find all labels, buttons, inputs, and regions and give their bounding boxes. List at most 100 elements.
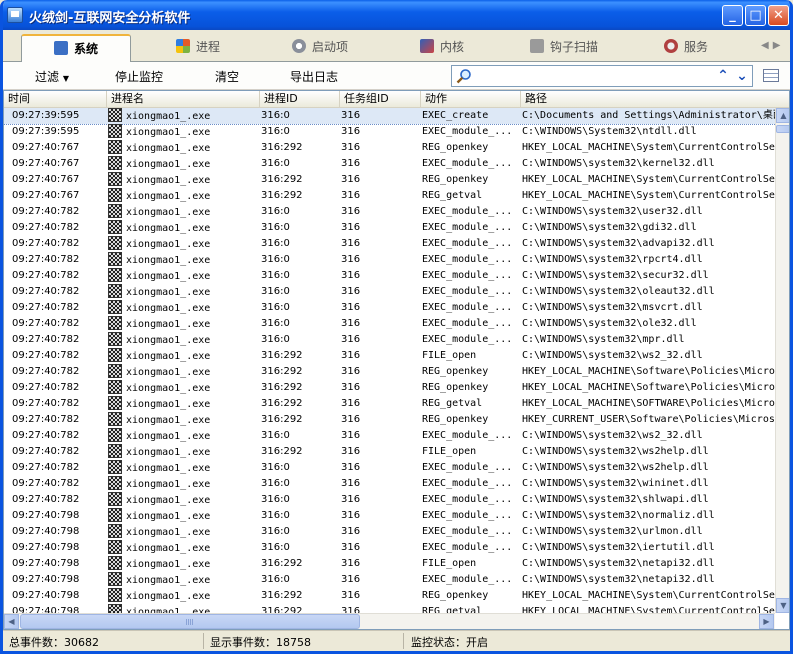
cell-process-name: xiongmao1_.exe [108, 332, 260, 348]
cell-action: EXEC_module_... [422, 494, 513, 505]
column-header-job-id[interactable]: 任务组ID [340, 91, 421, 107]
stop-monitor-button[interactable]: 停止监控 [115, 68, 163, 85]
cell-process-name: xiongmao1_.exe [108, 124, 260, 140]
tab-hook-scan[interactable]: 钩子扫描 [509, 34, 619, 62]
table-row[interactable]: 09:27:40:782 xiongmao1_.exe 316:292 316 REG_… [4, 396, 776, 412]
table-row[interactable]: 09:27:40:782 xiongmao1_.exe 316:0 316 EXEC_m… [4, 300, 776, 316]
process-name-text: xiongmao1_.exe [126, 127, 211, 138]
find-next-icon[interactable]: ⌄ [733, 67, 751, 85]
table-row[interactable]: 09:27:40:782 xiongmao1_.exe 316:292 316 REG_… [4, 412, 776, 428]
table-row[interactable]: 09:27:40:782 xiongmao1_.exe 316:0 316 EXEC_m… [4, 460, 776, 476]
search-input[interactable] [476, 68, 714, 84]
maximize-button[interactable]: □ [745, 5, 766, 26]
table-row[interactable]: 09:27:40:782 xiongmao1_.exe 316:0 316 EXEC_m… [4, 252, 776, 268]
table-row[interactable]: 09:27:40:782 xiongmao1_.exe 316:0 316 EXEC_m… [4, 220, 776, 236]
table-row[interactable]: 09:27:40:798 xiongmao1_.exe 316:0 316 EXEC_m… [4, 508, 776, 524]
cell-action: REG_getval [422, 190, 483, 201]
column-header-action[interactable]: 动作 [421, 91, 521, 107]
table-row[interactable]: 09:27:40:798 xiongmao1_.exe 316:292 316 FILE… [4, 556, 776, 572]
cell-action: REG_openkey [422, 174, 489, 185]
horizontal-scroll-thumb[interactable] [20, 614, 360, 629]
table-row[interactable]: 09:27:40:782 xiongmao1_.exe 316:0 316 EXEC_m… [4, 316, 776, 332]
column-settings-icon[interactable] [763, 69, 779, 82]
cell-job-id: 316 [341, 158, 361, 169]
table-row[interactable]: 09:27:40:782 xiongmao1_.exe 316:292 316 REG_… [4, 364, 776, 380]
table-row[interactable]: 09:27:40:767 xiongmao1_.exe 316:292 316 REG_… [4, 188, 776, 204]
column-header-process-name[interactable]: 进程名 [107, 91, 260, 107]
column-header-path[interactable]: 路径 [521, 91, 789, 107]
cell-job-id: 316 [341, 142, 361, 153]
tab-scroll-arrows[interactable]: ◀▶ [761, 40, 784, 51]
process-icon [108, 332, 122, 346]
cell-process-id: 316:0 [261, 302, 290, 313]
table-row[interactable]: 09:27:40:798 xiongmao1_.exe 316:292 316 REG_… [4, 588, 776, 604]
tab-system[interactable]: 系统 [21, 34, 131, 63]
cell-action: REG_openkey [422, 142, 489, 153]
scroll-left-icon[interactable]: ◀ [4, 614, 19, 629]
cell-action: EXEC_module_... [422, 158, 513, 169]
cell-action: EXEC_module_... [422, 334, 513, 345]
cell-path: HKEY_LOCAL_MACHINE\SOFTWARE\Policies\Mic… [522, 398, 776, 409]
export-log-button[interactable]: 导出日志 [290, 68, 338, 85]
table-row[interactable]: 09:27:40:767 xiongmao1_.exe 316:292 316 REG_… [4, 140, 776, 156]
cell-process-id: 316:292 [261, 366, 303, 377]
close-button[interactable]: ✕ [768, 5, 789, 26]
vertical-scroll-thumb[interactable] [776, 125, 789, 133]
cell-process-name: xiongmao1_.exe [108, 540, 260, 556]
cell-path: HKEY_LOCAL_MACHINE\System\CurrentControl… [522, 606, 776, 613]
table-row[interactable]: 09:27:40:782 xiongmao1_.exe 316:292 316 FILE… [4, 348, 776, 364]
table-row[interactable]: 09:27:40:782 xiongmao1_.exe 316:0 316 EXEC_m… [4, 428, 776, 444]
process-name-text: xiongmao1_.exe [126, 463, 211, 474]
cell-job-id: 316 [341, 446, 361, 457]
cell-job-id: 316 [341, 350, 361, 361]
event-list[interactable]: 时间 进程名 进程ID 任务组ID 动作 路径 09:27:39:595 xion… [3, 90, 790, 630]
process-icon [108, 524, 122, 538]
cell-process-name: xiongmao1_.exe [108, 140, 260, 156]
table-row[interactable]: 09:27:40:782 xiongmao1_.exe 316:0 316 EXEC_m… [4, 492, 776, 508]
scroll-right-icon[interactable]: ▶ [759, 614, 774, 629]
cell-time: 09:27:40:782 [12, 414, 80, 425]
table-row[interactable]: 09:27:40:782 xiongmao1_.exe 316:0 316 EXEC_m… [4, 332, 776, 348]
table-row[interactable]: 09:27:40:782 xiongmao1_.exe 316:0 316 EXEC_m… [4, 284, 776, 300]
cell-process-id: 316:0 [261, 494, 290, 505]
table-row[interactable]: 09:27:40:798 xiongmao1_.exe 316:0 316 EXEC_m… [4, 572, 776, 588]
tab-startup[interactable]: 启动项 [265, 34, 375, 62]
table-row[interactable]: 09:27:40:782 xiongmao1_.exe 316:0 316 EXEC_m… [4, 204, 776, 220]
tab-process[interactable]: 进程 [143, 34, 253, 62]
table-row[interactable]: 09:27:40:767 xiongmao1_.exe 316:0 316 EXEC_m… [4, 156, 776, 172]
minimize-button[interactable]: _ [722, 5, 743, 26]
table-row[interactable]: 09:27:40:782 xiongmao1_.exe 316:0 316 EXEC_m… [4, 268, 776, 284]
scroll-up-icon[interactable]: ▲ [776, 108, 789, 123]
process-name-text: xiongmao1_.exe [126, 543, 211, 554]
horizontal-scrollbar[interactable]: ◀ ▶ [4, 613, 775, 629]
table-row[interactable]: 09:27:40:767 xiongmao1_.exe 316:292 316 REG_… [4, 172, 776, 188]
table-row[interactable]: 09:27:40:798 xiongmao1_.exe 316:0 316 EXEC_m… [4, 540, 776, 556]
title-bar[interactable]: 火绒剑-互联网安全分析软件 _ □ ✕ [3, 0, 790, 30]
filter-dropdown[interactable]: 过滤 ▼ [35, 68, 69, 85]
table-row[interactable]: 09:27:40:782 xiongmao1_.exe 316:0 316 EXEC_m… [4, 236, 776, 252]
table-row[interactable]: 09:27:40:782 xiongmao1_.exe 316:292 316 FILE… [4, 444, 776, 460]
cell-job-id: 316 [341, 318, 361, 329]
cell-process-name: xiongmao1_.exe [108, 428, 260, 444]
cell-job-id: 316 [341, 478, 361, 489]
table-row[interactable]: 09:27:40:782 xiongmao1_.exe 316:0 316 EXEC_m… [4, 476, 776, 492]
cell-time: 09:27:39:595 [12, 110, 80, 121]
search-box[interactable]: ⌃ ⌄ [451, 65, 753, 87]
cell-time: 09:27:40:798 [12, 510, 80, 521]
tab-kernel[interactable]: 内核 [387, 34, 497, 62]
column-header-process-id[interactable]: 进程ID [260, 91, 340, 107]
process-name-text: xiongmao1_.exe [126, 591, 211, 602]
table-row[interactable]: 09:27:39:595 xiongmao1_.exe 316:0 316 EXEC_m… [4, 124, 776, 140]
cell-process-name: xiongmao1_.exe [108, 284, 260, 300]
table-row[interactable]: 09:27:40:798 xiongmao1_.exe 316:292 316 REG_… [4, 604, 776, 613]
table-row[interactable]: 09:27:39:595 xiongmao1_.exe 316:0 316 EXEC_c… [4, 108, 776, 125]
find-previous-icon[interactable]: ⌃ [714, 67, 732, 85]
tab-services[interactable]: 服务 [631, 34, 741, 62]
table-row[interactable]: 09:27:40:782 xiongmao1_.exe 316:292 316 REG_… [4, 380, 776, 396]
column-header-time[interactable]: 时间 [4, 91, 107, 107]
vertical-scrollbar[interactable]: ▲ ▼ [775, 108, 789, 613]
table-row[interactable]: 09:27:40:798 xiongmao1_.exe 316:0 316 EXEC_m… [4, 524, 776, 540]
scroll-down-icon[interactable]: ▼ [776, 598, 789, 613]
clear-button[interactable]: 清空 [215, 68, 239, 85]
cell-process-id: 316:0 [261, 510, 290, 521]
